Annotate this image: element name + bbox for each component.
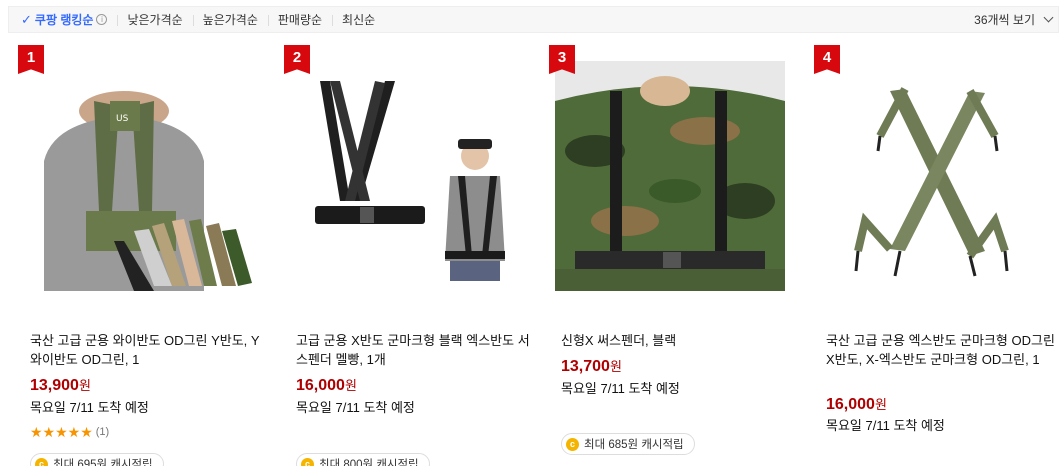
- product-title[interactable]: 국산 고급 군용 와이반도 OD그린 Y반도, Y 와이반도 OD그린, 1: [30, 331, 268, 369]
- product-title[interactable]: 신형X 써스펜더, 블랙: [561, 331, 799, 350]
- sort-ranking-label: 쿠팡 랭킹순: [34, 13, 94, 27]
- product-image[interactable]: [290, 61, 520, 291]
- product-card[interactable]: 4 국산 고급 군용 엑스반도 군마크형 OD그린 X반도, X-엑스반도 군마…: [814, 45, 1059, 466]
- product-image[interactable]: [820, 61, 1050, 291]
- price-currency: 원: [344, 378, 357, 393]
- cashback-label: 최대 800원 캐시적립: [319, 459, 419, 466]
- product-card[interactable]: 1 US 국산 고급 군용 와이반도 OD그린 Y반도, Y 와이반도 OD그린…: [18, 45, 278, 466]
- cashback-label: 최대 695원 캐시적립: [53, 459, 153, 466]
- sort-ranking[interactable]: ✓ 쿠팡 랭킹순 i: [9, 7, 117, 32]
- cashback-badge: c 최대 685원 캐시적립: [561, 433, 695, 455]
- cashback-badge: c 최대 695원 캐시적립: [30, 453, 164, 466]
- product-price: 13,900원: [30, 375, 91, 395]
- delivery-info: 목요일 7/11 도착 예정: [561, 381, 680, 396]
- product-card[interactable]: 2 고급 군용 X반도 군마크형 블랙 엑스반도 서스펜더 멜빵, 1개 16,…: [284, 45, 544, 466]
- per-page-label: 36개씩 보기: [974, 13, 1035, 27]
- sort-sales[interactable]: 판매량순: [267, 7, 332, 32]
- cashback-badge: c 최대 800원 캐시적립: [296, 453, 430, 466]
- product-price: 13,700원: [561, 356, 622, 376]
- chevron-down-icon: [1043, 12, 1054, 23]
- coin-icon: c: [566, 437, 579, 451]
- product-title[interactable]: 국산 고급 군용 엑스반도 군마크형 OD그린 X반도, X-엑스반도 군마크형…: [826, 331, 1059, 369]
- review-count: (1): [95, 426, 110, 438]
- price-currency: 원: [78, 378, 91, 393]
- star-icon: ★★★★★: [30, 424, 93, 440]
- delivery-info: 목요일 7/11 도착 예정: [30, 400, 149, 415]
- sort-newest[interactable]: 최신순: [332, 7, 385, 32]
- product-image[interactable]: US: [24, 61, 254, 291]
- delivery-info: 목요일 7/11 도착 예정: [826, 418, 945, 433]
- price-currency: 원: [609, 359, 622, 374]
- product-price: 16,000원: [826, 394, 887, 414]
- coin-icon: c: [301, 457, 314, 466]
- sort-low-price[interactable]: 낮은가격순: [117, 7, 192, 32]
- coin-icon: c: [35, 457, 48, 466]
- sort-bar: ✓ 쿠팡 랭킹순 i 낮은가격순 높은가격순 판매량순 최신순 36개씩 보기: [8, 6, 1059, 33]
- sort-high-price[interactable]: 높은가격순: [192, 7, 268, 32]
- product-image[interactable]: [555, 61, 785, 291]
- check-icon: ✓: [21, 11, 32, 27]
- price-currency: 원: [874, 397, 887, 412]
- price-value: 13,900: [30, 377, 79, 394]
- cashback-label: 최대 685원 캐시적립: [584, 439, 684, 451]
- price-value: 13,700: [561, 358, 610, 375]
- price-value: 16,000: [826, 396, 875, 413]
- delivery-info: 목요일 7/11 도착 예정: [296, 400, 415, 415]
- price-value: 16,000: [296, 377, 345, 394]
- rating: ★★★★★ (1): [30, 425, 109, 439]
- per-page-select[interactable]: 36개씩 보기: [974, 7, 1054, 32]
- product-card[interactable]: 3 신형X 써스펜더, 블랙 13,700원 목요일 7/11 도착 예정 c …: [549, 45, 809, 466]
- product-title[interactable]: 고급 군용 X반도 군마크형 블랙 엑스반도 서스펜더 멜빵, 1개: [296, 331, 534, 369]
- product-price: 16,000원: [296, 375, 357, 395]
- info-icon[interactable]: i: [96, 14, 108, 25]
- svg-text:US: US: [116, 114, 129, 124]
